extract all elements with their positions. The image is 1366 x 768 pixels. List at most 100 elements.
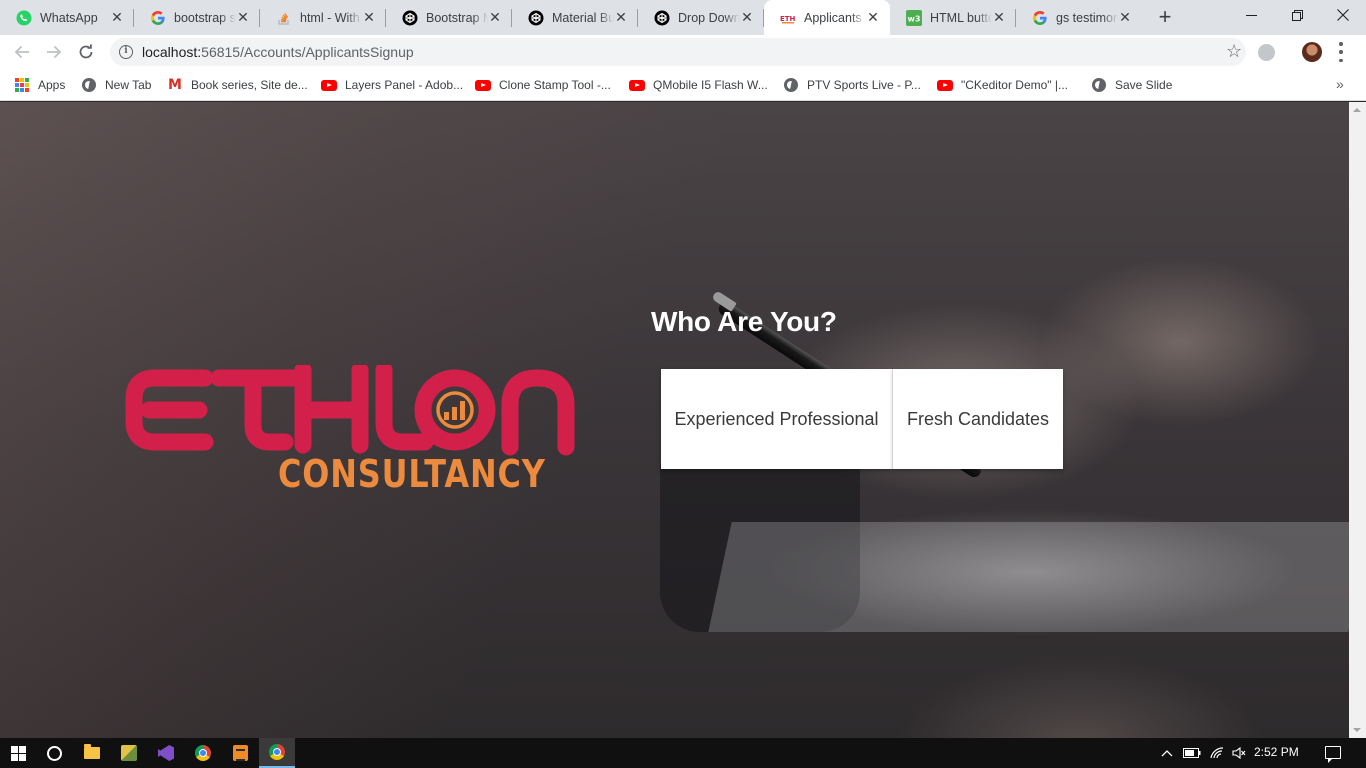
cortana-icon — [46, 745, 62, 761]
bookmark-book-series[interactable]: M Book series, Site de... — [167, 75, 308, 95]
action-center-icon[interactable] — [1325, 746, 1341, 763]
tab-title: bootstrap s — [174, 10, 236, 25]
url-host: localhost: — [142, 44, 202, 60]
page-scrollbar[interactable] — [1349, 102, 1366, 738]
bookmark-save-slide[interactable]: Save Slide — [1091, 75, 1172, 95]
apps-grid-icon — [14, 77, 30, 93]
chrome-icon — [269, 744, 285, 760]
close-window-button[interactable] — [1320, 0, 1366, 30]
tab-bootstrap-material[interactable]: Bootstrap M ✕ — [386, 0, 512, 35]
tab-close-icon[interactable]: ✕ — [740, 10, 754, 24]
battery-button[interactable] — [1182, 738, 1202, 768]
file-explorer-button[interactable] — [74, 738, 110, 768]
globe-icon — [1091, 77, 1107, 93]
url-text: localhost:56815/Accounts/ApplicantsSignu… — [142, 44, 414, 60]
chrome-taskbar-button[interactable] — [185, 738, 221, 768]
bookmark-ckeditor-demo[interactable]: "CKeditor Demo" |... — [937, 75, 1068, 95]
tab-title: html - With — [300, 10, 360, 25]
tab-html-with[interactable]: html - With ✕ — [260, 0, 386, 35]
close-icon — [1337, 9, 1349, 21]
tab-title: Applicants | — [804, 10, 866, 25]
tab-title: gs testimon — [1056, 10, 1118, 25]
fresh-candidates-button[interactable]: Fresh Candidates — [893, 369, 1063, 469]
experienced-professional-button[interactable]: Experienced Professional — [661, 369, 892, 469]
tab-close-icon[interactable]: ✕ — [110, 10, 124, 24]
browser-menu-icon[interactable] — [1338, 42, 1344, 62]
tab-close-icon[interactable]: ✕ — [488, 10, 502, 24]
bookmark-label: PTV Sports Live - P... — [807, 78, 921, 92]
bookmark-clone-stamp[interactable]: Clone Stamp Tool -... — [475, 75, 611, 95]
translate-extension-icon[interactable] — [1258, 44, 1275, 61]
bookmarks-overflow-icon[interactable]: » — [1336, 76, 1344, 92]
chart-badge-icon — [436, 391, 474, 429]
chrome-active-taskbar-button[interactable] — [259, 738, 295, 768]
tab-gs-testimonial[interactable]: gs testimon ✕ — [1016, 0, 1142, 35]
visual-studio-icon — [158, 745, 174, 761]
tab-close-icon[interactable]: ✕ — [236, 10, 250, 24]
codepen-icon — [528, 10, 544, 26]
page-hero: CONSULTANCY Who Are You? Experienced Pro… — [0, 102, 1349, 738]
tab-bootstrap-search[interactable]: bootstrap s ✕ — [134, 0, 260, 35]
tab-title: Bootstrap M — [426, 10, 488, 25]
cortana-button[interactable] — [36, 738, 72, 768]
bookmark-apps[interactable]: Apps — [14, 75, 65, 95]
wifi-button[interactable] — [1208, 738, 1226, 768]
tab-close-icon[interactable]: ✕ — [992, 10, 1006, 24]
bookmark-star-icon[interactable]: ☆ — [1226, 41, 1242, 61]
tab-whatsapp[interactable]: WhatsApp ✕ — [0, 0, 134, 35]
restore-button[interactable] — [1274, 0, 1320, 30]
tools-icon — [121, 745, 137, 761]
tab-drop-down[interactable]: Drop Down ✕ — [638, 0, 764, 35]
tab-close-icon[interactable]: ✕ — [362, 10, 376, 24]
whatsapp-icon — [16, 10, 32, 26]
brand-subtitle: CONSULTANCY — [278, 452, 546, 496]
w3schools-icon: w3 — [906, 9, 922, 26]
sublime-text-button[interactable] — [222, 738, 258, 768]
forward-button[interactable] — [42, 40, 66, 64]
globe-icon — [783, 77, 799, 93]
tab-close-icon[interactable]: ✕ — [866, 10, 880, 24]
google-icon — [150, 10, 166, 26]
tab-applicants[interactable]: ETH Applicants | ✕ — [764, 0, 890, 35]
background-paper — [708, 522, 1349, 632]
minimize-button[interactable] — [1228, 0, 1274, 30]
new-tab-button[interactable]: + — [1154, 6, 1176, 29]
reload-button[interactable] — [74, 40, 98, 64]
bookmark-label: Book series, Site de... — [191, 78, 308, 92]
tools-app-button[interactable] — [111, 738, 147, 768]
scroll-down-icon[interactable] — [1353, 728, 1361, 732]
profile-avatar[interactable] — [1302, 42, 1322, 62]
arrow-left-icon — [14, 45, 29, 59]
scroll-up-icon[interactable] — [1353, 108, 1361, 112]
bookmark-label: QMobile I5 Flash W... — [653, 78, 768, 92]
bookmark-ptv-sports[interactable]: PTV Sports Live - P... — [783, 75, 921, 95]
bookmark-label: Clone Stamp Tool -... — [499, 78, 611, 92]
tab-html-button[interactable]: w3 HTML butto ✕ — [890, 0, 1016, 35]
tab-material-button[interactable]: Material Bu ✕ — [512, 0, 638, 35]
bookmark-new-tab[interactable]: New Tab — [81, 75, 151, 95]
chrome-icon — [195, 745, 211, 761]
tab-close-icon[interactable]: ✕ — [614, 10, 628, 24]
sublime-text-icon — [232, 745, 248, 761]
browser-toolbar: i localhost:56815/Accounts/ApplicantsSig… — [0, 35, 1366, 69]
volume-button[interactable] — [1230, 738, 1248, 768]
back-button[interactable] — [10, 40, 34, 64]
bookmark-label: Layers Panel - Adob... — [345, 78, 464, 92]
taskbar-clock[interactable]: 2:52 PM — [1254, 745, 1299, 759]
volume-muted-icon — [1232, 747, 1246, 759]
start-button[interactable] — [0, 738, 36, 768]
stackoverflow-icon — [276, 10, 292, 26]
bookmark-layers-panel[interactable]: Layers Panel - Adob... — [321, 75, 463, 95]
url-path: 56815/Accounts/ApplicantsSignup — [201, 44, 414, 60]
tab-close-icon[interactable]: ✕ — [1118, 10, 1132, 24]
tab-title: Drop Down — [678, 10, 740, 25]
minimize-icon — [1245, 14, 1257, 16]
show-hidden-icons-button[interactable] — [1158, 738, 1176, 768]
site-info-icon[interactable]: i — [119, 45, 133, 59]
visual-studio-button[interactable] — [148, 738, 184, 768]
bookmark-label: New Tab — [105, 78, 152, 92]
youtube-icon — [475, 77, 491, 93]
restore-icon — [1291, 9, 1303, 21]
bookmark-qmobile[interactable]: QMobile I5 Flash W... — [629, 75, 768, 95]
address-bar[interactable]: i localhost:56815/Accounts/ApplicantsSig… — [110, 38, 1246, 66]
